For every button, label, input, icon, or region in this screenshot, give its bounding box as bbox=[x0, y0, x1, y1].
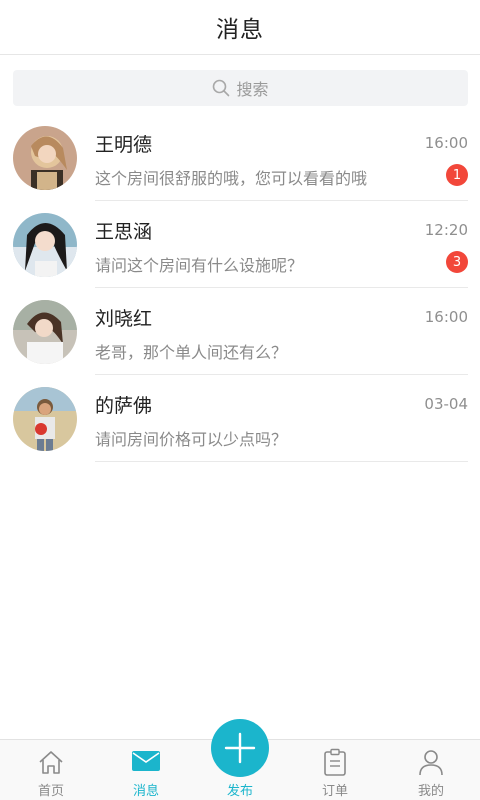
message-preview: 这个房间很舒服的哦，您可以看看的哦 bbox=[95, 169, 368, 188]
top-bar: 消息 bbox=[0, 0, 480, 55]
tab-orders[interactable]: 订单 bbox=[287, 740, 383, 800]
unread-badge: 1 bbox=[446, 164, 468, 186]
page-title: 消息 bbox=[216, 17, 264, 43]
message-time: 03-04 bbox=[424, 395, 468, 413]
contact-name: 刘晓红 bbox=[95, 308, 153, 330]
contact-name: 的萨佛 bbox=[95, 395, 153, 417]
avatar bbox=[13, 126, 77, 190]
divider bbox=[95, 461, 468, 462]
home-icon bbox=[39, 751, 63, 774]
tab-home[interactable]: 首页 bbox=[3, 740, 99, 800]
message-time: 12:20 bbox=[424, 221, 468, 239]
envelope-icon bbox=[132, 751, 160, 771]
message-time: 16:00 bbox=[424, 308, 468, 326]
publish-label: 发布 bbox=[226, 784, 253, 799]
tab-mine[interactable]: 我的 bbox=[383, 740, 479, 800]
clipboard-icon bbox=[324, 748, 346, 776]
message-preview: 请问房间价格可以少点吗？ bbox=[95, 430, 288, 449]
message-preview: 老哥，那个单人间还有么？ bbox=[95, 343, 288, 362]
publish-button[interactable] bbox=[211, 719, 269, 777]
conversation-item[interactable]: 刘晓红 16:00 老哥，那个单人间还有么？ bbox=[0, 288, 480, 375]
conversation-list: 王明德 16:00 这个房间很舒服的哦，您可以看看的哦 1 王思涵 12:20 … bbox=[0, 114, 480, 462]
tab-messages[interactable]: 消息 bbox=[98, 740, 194, 800]
search-placeholder: 搜索 bbox=[236, 80, 269, 99]
conversation-item[interactable]: 王明德 16:00 这个房间很舒服的哦，您可以看看的哦 1 bbox=[0, 114, 480, 201]
contact-name: 王思涵 bbox=[95, 221, 153, 243]
search-bar[interactable]: 搜索 bbox=[13, 70, 468, 106]
tab-orders-label: 订单 bbox=[321, 784, 348, 799]
unread-badge: 3 bbox=[446, 251, 468, 273]
contact-name: 王明德 bbox=[95, 134, 153, 156]
tab-messages-label: 消息 bbox=[132, 784, 159, 799]
search-icon bbox=[213, 79, 230, 97]
conversation-item[interactable]: 王思涵 12:20 请问这个房间有什么设施呢？ 3 bbox=[0, 201, 480, 288]
tab-home-label: 首页 bbox=[37, 784, 64, 799]
avatar bbox=[13, 213, 77, 277]
conversation-item[interactable]: 的萨佛 03-04 请问房间价格可以少点吗？ bbox=[0, 375, 480, 462]
plus-icon bbox=[224, 732, 256, 764]
avatar bbox=[13, 387, 77, 451]
message-time: 16:00 bbox=[424, 134, 468, 152]
avatar bbox=[13, 300, 77, 364]
message-preview: 请问这个房间有什么设施呢？ bbox=[95, 256, 304, 275]
user-icon bbox=[419, 750, 443, 776]
tab-mine-label: 我的 bbox=[417, 784, 444, 799]
